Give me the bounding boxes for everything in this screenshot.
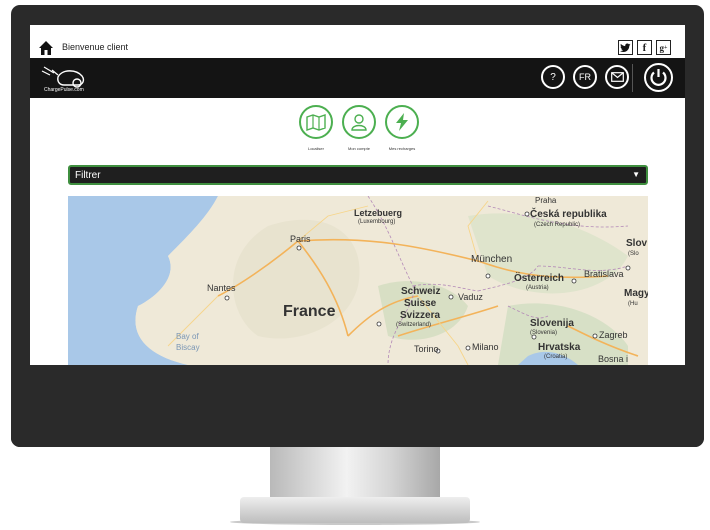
welcome-text: Bienvenue client [62, 42, 129, 52]
logo-text: ChargePulse.com [44, 87, 84, 93]
map-label: Nantes [207, 283, 236, 293]
map-label: Paris [290, 234, 311, 244]
map-label: (Austria) [526, 285, 549, 291]
logout-button[interactable] [644, 63, 673, 92]
map-label: (Croatia) [544, 354, 568, 360]
map-label: (Slovenia) [530, 330, 558, 336]
top-bar: Bienvenue client f g + [30, 25, 685, 58]
nav-localiser-button[interactable] [299, 105, 333, 139]
caret-down-icon: ▼ [632, 170, 640, 179]
map-label: Zagreb [599, 330, 628, 340]
map-label: Česká republika [530, 209, 607, 220]
map-label: Slovenija [530, 318, 574, 329]
language-label: FR [579, 72, 591, 82]
mail-button[interactable] [605, 65, 629, 89]
header: ChargePulse.com ? FR [30, 58, 685, 98]
twitter-icon[interactable] [618, 40, 633, 55]
map-label: (Czech Republic) [534, 222, 581, 228]
filter-label: Filtrer [75, 170, 101, 181]
map-label: (Slo [628, 251, 639, 257]
filter-select[interactable]: Filtrer ▼ [68, 165, 648, 185]
facebook-icon[interactable]: f [637, 40, 652, 55]
map-label: Suisse [404, 298, 437, 309]
map-label: (Switzerland) [396, 322, 432, 328]
google-plus-icon[interactable]: g + [656, 40, 671, 55]
map-view[interactable]: Letzebuerg (Luxembourg) Praha Česká repu… [68, 196, 648, 365]
monitor-stand [270, 447, 440, 499]
power-icon [650, 69, 667, 86]
map-label: (Luxembourg) [358, 219, 396, 225]
monitor-base [240, 497, 470, 523]
map-label: Biscay [176, 343, 200, 352]
map-label: Praha [535, 196, 557, 205]
map-icon [306, 114, 326, 131]
map-label: Bay of [176, 332, 199, 341]
map-label: Hrvatska [538, 342, 581, 353]
map-label: Letzebuerg [354, 208, 403, 218]
nav-recharges-button[interactable] [385, 105, 419, 139]
map-label: Österreich [514, 273, 565, 284]
help-button[interactable]: ? [541, 65, 565, 89]
help-label: ? [550, 71, 556, 83]
map-label: Vaduz [458, 292, 483, 302]
social-links: f g + [618, 40, 671, 55]
map-label: Schweiz [401, 286, 441, 297]
map-label: Bosna i [598, 354, 629, 364]
lightning-icon [396, 113, 408, 131]
map-label: Magy [624, 288, 648, 299]
nav-recharges-label: Mes recharges [388, 146, 416, 151]
header-separator [632, 64, 633, 92]
envelope-icon [610, 72, 624, 82]
map-label: Svizzera [400, 310, 441, 321]
map-label: Milano [472, 342, 499, 352]
monitor-mockup: Bienvenue client f g + ChargePulse.com ? … [0, 0, 710, 530]
map-label: Slov [626, 238, 648, 249]
map-label: France [283, 303, 336, 320]
user-icon [351, 114, 367, 131]
map-label: München [471, 254, 513, 265]
nav-localiser-label: Localiser [307, 146, 324, 151]
map-label: Torino [414, 344, 439, 354]
map-label: (Hu [628, 301, 638, 307]
nav-account-button[interactable] [342, 105, 376, 139]
nav-account-label: Mon compte [347, 146, 370, 151]
monitor-chin [11, 365, 704, 447]
language-button[interactable]: FR [573, 65, 597, 89]
home-icon[interactable] [38, 40, 54, 56]
map-label: Bratislava [584, 269, 624, 279]
screen: Bienvenue client f g + ChargePulse.com ? … [30, 25, 685, 365]
